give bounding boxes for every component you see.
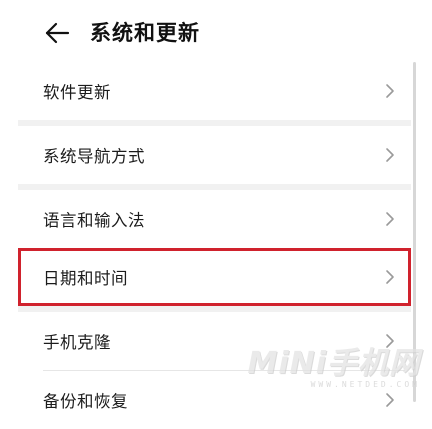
settings-item-language-input[interactable]: 语言和输入法 xyxy=(18,190,411,248)
settings-item-label: 软件更新 xyxy=(43,83,111,102)
chevron-right-icon xyxy=(386,148,394,162)
chevron-right-icon xyxy=(386,84,394,98)
chevron-right-icon xyxy=(386,393,394,407)
settings-item-date-time[interactable]: 日期和时间 xyxy=(18,248,411,306)
settings-item-label: 日期和时间 xyxy=(43,269,128,288)
chevron-right-icon xyxy=(386,212,394,226)
settings-item-label: 系统导航方式 xyxy=(43,147,145,166)
chevron-right-icon xyxy=(386,270,394,284)
settings-item-software-update[interactable]: 软件更新 xyxy=(18,62,411,120)
settings-item-label: 语言和输入法 xyxy=(43,211,145,230)
top-bar: 系统和更新 xyxy=(0,0,432,64)
watermark-text: MiNi手机网 xyxy=(247,346,420,381)
settings-item-label: 手机克隆 xyxy=(43,333,111,352)
page-title: 系统和更新 xyxy=(90,21,200,45)
watermark-logo: MiNi手机网 WWW.NETDED.COM xyxy=(247,338,420,389)
settings-item-label: 备份和恢复 xyxy=(43,392,128,411)
arrow-left-icon[interactable] xyxy=(44,20,70,46)
settings-item-system-navigation[interactable]: 系统导航方式 xyxy=(18,126,411,184)
